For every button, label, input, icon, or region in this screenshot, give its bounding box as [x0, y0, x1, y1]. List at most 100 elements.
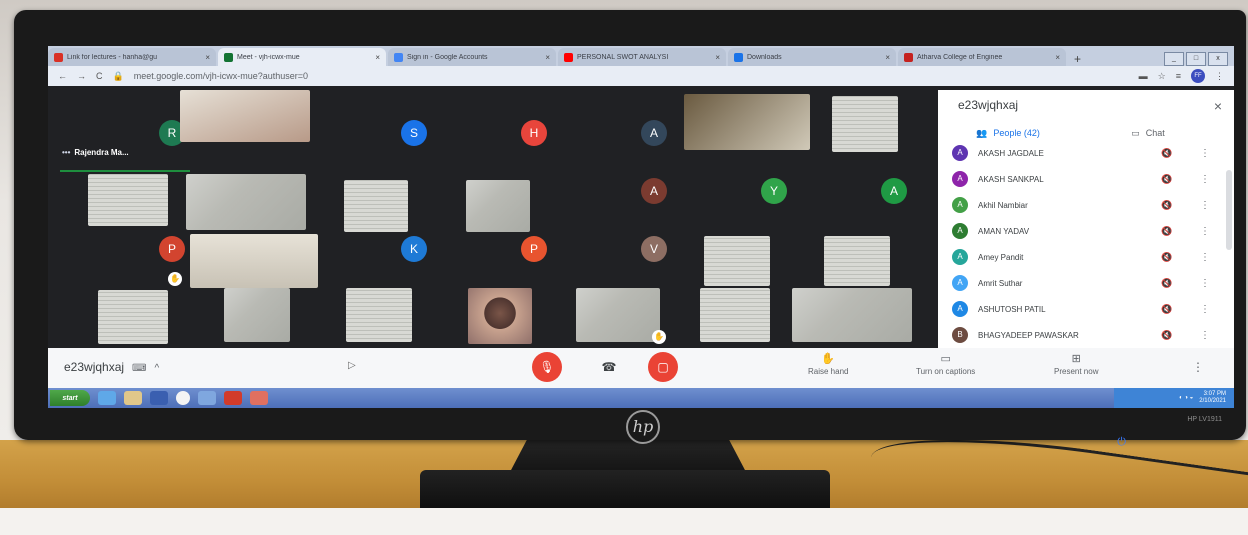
minimize-icon[interactable]: _ — [1164, 52, 1184, 66]
participant-more-icon[interactable]: ⋮ — [1192, 304, 1218, 315]
list-item[interactable]: A Amey Pandit 🔇 ⋮ — [938, 244, 1218, 270]
participant-video[interactable] — [190, 234, 318, 288]
browser-tab[interactable]: Downloads × — [728, 48, 896, 66]
list-item[interactable]: B BHAGYADEEP PAWASKAR 🔇 ⋮ — [938, 322, 1218, 348]
tab-title: Meet - vjh-icwx-mue — [237, 53, 300, 61]
participant-more-icon[interactable]: ⋮ — [1192, 278, 1218, 289]
clock[interactable]: 3:07 PM 2/10/2021 — [1199, 391, 1226, 405]
monitor-model-label: HP LV1911 — [1187, 416, 1222, 423]
reading-list-icon[interactable]: ≡ — [1176, 71, 1181, 81]
present-button[interactable]: ⊞ Present now — [1054, 352, 1098, 376]
list-item[interactable]: A Akhil Nambiar 🔇 ⋮ — [938, 192, 1218, 218]
participant-tile[interactable]: V — [594, 220, 714, 278]
back-icon[interactable]: ← — [58, 71, 67, 81]
list-item[interactable]: A AKASH SANKPAL 🔇 ⋮ — [938, 166, 1218, 192]
participant-tile[interactable]: Y — [714, 162, 834, 220]
participant-tile[interactable]: A — [834, 162, 954, 220]
close-tab-icon[interactable]: × — [1055, 53, 1060, 62]
maximize-icon[interactable]: □ — [1186, 52, 1206, 66]
mic-off-button[interactable]: 🎙 — [532, 352, 562, 382]
browser-tab[interactable]: Sign in - Google Accounts × — [388, 48, 556, 66]
mic-off-icon: 🎙 — [539, 360, 555, 374]
participant-video[interactable] — [792, 288, 912, 342]
close-tab-icon[interactable]: × — [205, 53, 210, 62]
close-window-icon[interactable]: x — [1208, 52, 1228, 66]
captions-button[interactable]: ▭ Turn on captions — [916, 352, 975, 376]
participant-name: Amrit Suthar — [978, 278, 1023, 288]
folder-icon[interactable] — [124, 391, 142, 405]
raise-hand-button[interactable]: ✋ Raise hand — [808, 352, 848, 376]
participant-more-icon[interactable]: ⋮ — [1192, 252, 1218, 263]
participant-video[interactable] — [466, 180, 530, 232]
browser-tab[interactable]: Meet - vjh-icwx-mue × — [218, 48, 386, 66]
participant-video[interactable] — [832, 96, 898, 152]
list-item[interactable]: A AKASH JAGDALE 🔇 ⋮ — [938, 140, 1218, 166]
list-item[interactable]: A AMAN YADAV 🔇 ⋮ — [938, 218, 1218, 244]
acrobat-icon[interactable] — [224, 391, 242, 405]
participant-video[interactable] — [704, 236, 770, 286]
participant-video[interactable] — [824, 236, 890, 286]
participant-avatar: Y — [761, 178, 787, 204]
url-field[interactable]: meet.google.com/vjh-icwx-mue?authuser=0 — [134, 71, 1129, 81]
media-icon[interactable] — [150, 391, 168, 405]
presentation-icon[interactable] — [250, 391, 268, 405]
participant-more-icon[interactable]: ⋮ — [1192, 174, 1218, 185]
participant-name: ASHUTOSH PATIL — [978, 304, 1046, 314]
list-item[interactable]: A ASHUTOSH PATIL 🔇 ⋮ — [938, 296, 1218, 322]
profile-avatar[interactable]: FF — [1191, 69, 1205, 83]
active-speaker-bar — [60, 170, 190, 172]
more-options-icon[interactable]: ⋮ — [1192, 360, 1204, 374]
window-icon[interactable] — [198, 391, 216, 405]
participant-video[interactable] — [224, 288, 290, 342]
close-tab-icon[interactable]: × — [885, 53, 890, 62]
system-tray: ◐ ◑ ◒ 3:07 PM 2/10/2021 — [1114, 388, 1234, 408]
power-icon[interactable]: ⏻ — [1117, 436, 1126, 449]
forward-icon[interactable]: → — [77, 71, 86, 81]
participant-video[interactable] — [186, 174, 306, 230]
participant-tile[interactable]: A — [594, 162, 714, 220]
extension-icon[interactable]: ▬ — [1139, 71, 1148, 81]
tile-options-icon[interactable]: ••• — [62, 148, 70, 157]
mic-muted-icon: 🔇 — [1161, 173, 1173, 184]
close-panel-icon[interactable]: × — [1214, 98, 1222, 114]
mic-muted-icon: 🔇 — [1161, 147, 1173, 158]
participant-video[interactable] — [180, 90, 310, 142]
start-button[interactable]: start — [50, 390, 90, 406]
keyboard-icon: ⌨ — [132, 363, 147, 374]
participant-more-icon[interactable]: ⋮ — [1192, 200, 1218, 211]
participant-avatar: S — [401, 120, 427, 146]
browser-tab[interactable]: Link for lectures - hanha@gu × — [48, 48, 216, 66]
participant-video[interactable] — [88, 174, 168, 226]
chevron-up-icon[interactable]: ^ — [154, 363, 159, 374]
panel-scrollbar[interactable] — [1226, 170, 1232, 250]
participant-video[interactable] — [576, 288, 660, 342]
participant-more-icon[interactable]: ⋮ — [1192, 226, 1218, 237]
participant-more-icon[interactable]: ⋮ — [1192, 148, 1218, 159]
reload-icon[interactable]: C — [96, 71, 103, 81]
meeting-details[interactable]: e23wjqhxaj ⌨ ^ — [64, 360, 159, 374]
chrome-icon[interactable] — [176, 391, 190, 405]
raised-hand-icon: ✋ — [168, 272, 182, 286]
participant-tile[interactable]: S — [354, 104, 474, 162]
participant-tile[interactable]: H — [474, 104, 594, 162]
camera-off-button[interactable]: ▢ — [648, 352, 678, 382]
close-tab-icon[interactable]: × — [715, 53, 720, 62]
participant-more-icon[interactable]: ⋮ — [1192, 330, 1218, 341]
bookmark-star-icon[interactable]: ☆ — [1158, 71, 1166, 82]
participant-video[interactable] — [468, 288, 532, 344]
participant-video[interactable] — [700, 288, 770, 342]
new-tab-button[interactable]: + — [1068, 52, 1087, 66]
participant-video[interactable] — [684, 94, 810, 150]
ie-icon[interactable] — [98, 391, 116, 405]
participant-video[interactable] — [98, 290, 168, 344]
close-tab-icon[interactable]: × — [545, 53, 550, 62]
participant-avatar: P — [521, 236, 547, 262]
list-item[interactable]: A Amrit Suthar 🔇 ⋮ — [938, 270, 1218, 296]
participant-video[interactable] — [346, 288, 412, 342]
browser-tab[interactable]: PERSONAL SWOT ANALYSI × — [558, 48, 726, 66]
browser-tab[interactable]: Atharva College of Enginee × — [898, 48, 1066, 66]
participant-video[interactable] — [344, 180, 408, 232]
close-tab-icon[interactable]: × — [375, 53, 380, 62]
leave-call-button[interactable]: ☎ — [594, 352, 624, 382]
browser-menu-icon[interactable]: ⋮ — [1215, 71, 1224, 82]
